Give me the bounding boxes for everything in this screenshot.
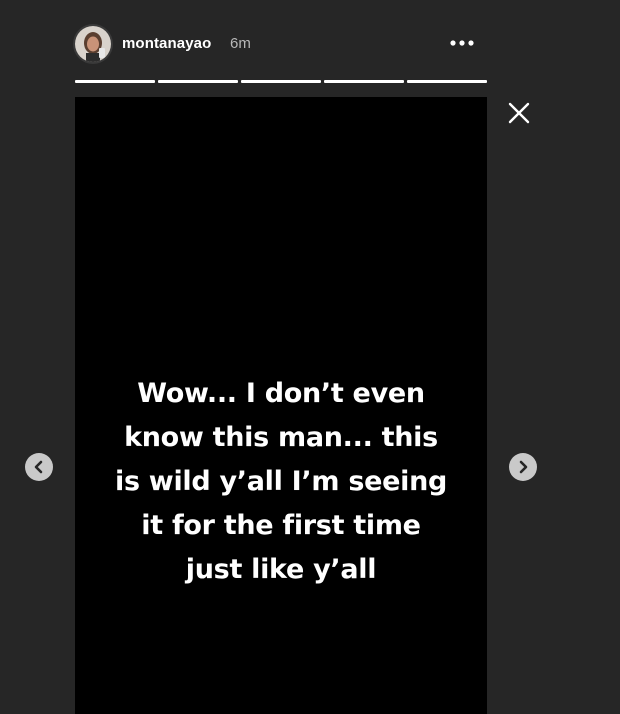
- story-text-line: it for the first time: [141, 510, 421, 541]
- chevron-left-icon: [34, 460, 43, 474]
- story-text-line: is wild y’all I’m seeing: [114, 466, 448, 497]
- username[interactable]: montanayao: [122, 35, 211, 52]
- story-progress-bar: [75, 80, 487, 83]
- progress-segment: [75, 80, 155, 83]
- story-text-line: just like y’all: [185, 554, 377, 585]
- close-icon[interactable]: [506, 100, 532, 126]
- chevron-right-icon: [519, 460, 528, 474]
- progress-segment: [241, 80, 321, 83]
- story-header: montanayao 6m: [75, 24, 487, 68]
- story-text: Wow... I don’t even know this man... thi…: [75, 372, 487, 592]
- progress-segment: [158, 80, 238, 83]
- previous-story-button[interactable]: [25, 453, 53, 481]
- story-card[interactable]: Wow... I don’t even know this man... thi…: [75, 97, 487, 714]
- more-options-icon[interactable]: [447, 32, 477, 54]
- story-viewer: montanayao 6m Wow... I don’t even know t…: [0, 0, 620, 714]
- progress-segment: [407, 80, 487, 83]
- avatar[interactable]: [75, 26, 111, 62]
- story-text-line: Wow... I don’t even: [137, 378, 425, 409]
- timestamp: 6m: [230, 35, 251, 52]
- progress-segment: [324, 80, 404, 83]
- next-story-button[interactable]: [509, 453, 537, 481]
- story-text-line: know this man... this: [124, 422, 438, 453]
